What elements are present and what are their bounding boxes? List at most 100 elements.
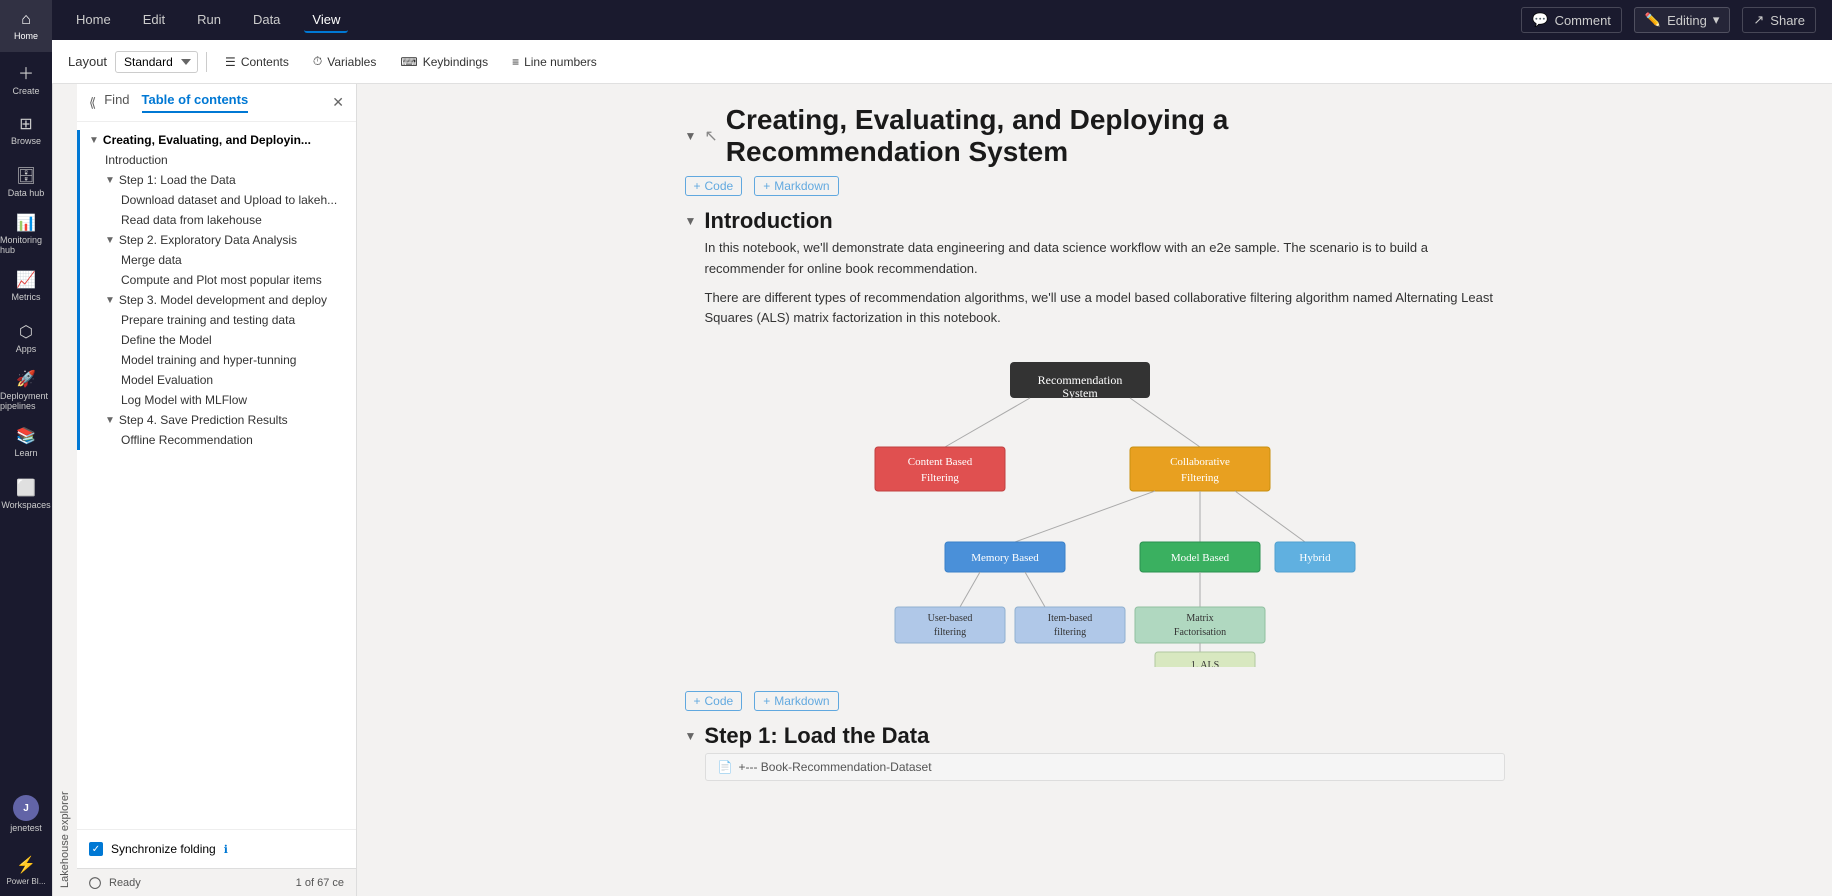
lakehouse-explorer-label[interactable]: Lakehouse explorer xyxy=(52,84,77,896)
nav-deployment[interactable]: 🚀 Deployment pipelines xyxy=(0,364,52,416)
menu-edit[interactable]: Edit xyxy=(135,8,173,33)
info-icon[interactable]: ℹ xyxy=(224,843,228,856)
svg-text:Collaborative: Collaborative xyxy=(1170,456,1230,468)
collapse-step1-icon[interactable]: ▼ xyxy=(685,729,697,743)
toc-item-evaluation[interactable]: Model Evaluation xyxy=(77,370,356,390)
sidebar-header: ⟪ Find Table of contents ✕ xyxy=(77,84,356,122)
edit-cell-icon[interactable]: ✏ xyxy=(1410,211,1426,232)
toc-item-step3[interactable]: ▼ Step 3. Model development and deploy xyxy=(77,290,356,310)
layout-label: Layout xyxy=(68,54,107,69)
page-info: 1 of 67 ce xyxy=(296,877,344,889)
comment-icon: 💬 xyxy=(1532,12,1548,28)
sync-folding-checkbox[interactable]: ✓ xyxy=(89,842,103,856)
lock-icon[interactable]: 🔒 xyxy=(1431,126,1452,147)
nav-datahub[interactable]: 🗄 Data hub xyxy=(0,156,52,208)
svg-text:Matrix: Matrix xyxy=(1186,613,1213,624)
toc-item-define-model[interactable]: Define the Model xyxy=(77,330,356,350)
chevron-down-icon: ▼ xyxy=(89,135,99,146)
svg-text:System: System xyxy=(1062,386,1098,400)
more-options-icon[interactable]: ⋯ xyxy=(1459,126,1477,147)
nav-powerbi[interactable]: ⚡ Power BI... xyxy=(0,844,52,896)
toc-item-introduction[interactable]: Introduction xyxy=(77,150,356,170)
toc-item-read-data[interactable]: Read data from lakehouse xyxy=(77,210,356,230)
toc-item-step2[interactable]: ▼ Step 2. Exploratory Data Analysis xyxy=(77,230,356,250)
cursor-area: ↖ xyxy=(704,126,717,146)
toc-item-compute-plot[interactable]: Compute and Plot most popular items xyxy=(77,270,356,290)
add-code-button-1[interactable]: + Code xyxy=(685,176,743,196)
toc-root[interactable]: ▼ Creating, Evaluating, and Deployin... xyxy=(77,130,356,150)
file-icon: 📄 xyxy=(718,760,733,774)
toc-item-step4[interactable]: ▼ Step 4. Save Prediction Results xyxy=(77,410,356,430)
user-avatar[interactable]: J jenetest xyxy=(0,784,52,844)
code-icon[interactable]: </> xyxy=(1379,211,1403,231)
nav-learn[interactable]: 📚 Learn xyxy=(0,416,52,468)
collapse-main-icon[interactable]: ▼ xyxy=(685,129,697,143)
svg-text:Filtering: Filtering xyxy=(921,472,959,484)
sidebar-collapse-icon[interactable]: ⟪ xyxy=(89,95,96,111)
notebook-main-title: Creating, Evaluating, and Deploying a Re… xyxy=(726,104,1372,168)
variables-button[interactable]: ⏱ Variables xyxy=(303,50,387,73)
lock-icon[interactable]: 🔒 xyxy=(1431,211,1452,232)
nav-monitoring[interactable]: 📊 Monitoring hub xyxy=(0,208,52,260)
edit-cell-icon[interactable]: ✏ xyxy=(1410,126,1426,147)
tab-toc[interactable]: Table of contents xyxy=(142,92,249,113)
toc-item-merge[interactable]: Merge data xyxy=(77,250,356,270)
menu-run[interactable]: Run xyxy=(189,8,229,33)
sidebar-close-icon[interactable]: ✕ xyxy=(332,94,344,111)
toolbar: Layout Standard ☰ Contents ⏱ Variables ⌨… xyxy=(52,40,1832,84)
svg-text:Item-based: Item-based xyxy=(1047,613,1091,624)
svg-text:Hybrid: Hybrid xyxy=(1299,552,1331,564)
share-button[interactable]: ↗ Share xyxy=(1742,7,1816,33)
intro-section: ▼ Introduction </> ✏ 🔒 ⋯ 🗑 In this noteb… xyxy=(685,208,1505,715)
delete-icon[interactable]: 🗑 xyxy=(1483,126,1505,147)
add-cell-row-2: + Code + Markdown xyxy=(685,687,1505,715)
notebook-title-section: ▼ ↖ Creating, Evaluating, and Deploying … xyxy=(685,104,1505,200)
toc-tree: ▼ Creating, Evaluating, and Deployin... … xyxy=(77,122,356,829)
toc-item-step1[interactable]: ▼ Step 1: Load the Data xyxy=(77,170,356,190)
svg-text:Content Based: Content Based xyxy=(907,456,972,468)
menu-data[interactable]: Data xyxy=(245,8,288,33)
add-markdown-button-1[interactable]: + Markdown xyxy=(754,176,838,196)
layout-select[interactable]: Standard xyxy=(115,51,198,73)
nav-metrics[interactable]: 📈 Metrics xyxy=(0,260,52,312)
svg-text:Model Based: Model Based xyxy=(1170,552,1229,564)
delete-icon[interactable]: 🗑 xyxy=(1483,211,1505,232)
notebook-area[interactable]: ▼ ↖ Creating, Evaluating, and Deploying … xyxy=(357,84,1832,896)
chevron-down-icon: ▼ xyxy=(105,175,115,186)
toc-item-download[interactable]: Download dataset and Upload to lakeh... xyxy=(77,190,356,210)
menu-view[interactable]: View xyxy=(304,8,348,33)
editing-button[interactable]: ✏️ Editing ▾ xyxy=(1634,7,1730,33)
collapse-intro-icon[interactable]: ▼ xyxy=(685,214,697,228)
plus-icon: + xyxy=(763,694,770,708)
nav-browse[interactable]: ⊞ Browse xyxy=(0,104,52,156)
toc-item-training[interactable]: Model training and hyper-tunning xyxy=(77,350,356,370)
tab-find[interactable]: Find xyxy=(104,92,129,113)
line-numbers-icon: ≡ xyxy=(512,55,519,69)
contents-button[interactable]: ☰ Contents xyxy=(215,51,299,73)
code-icon[interactable]: </> xyxy=(1379,126,1403,146)
left-nav: ⌂ Home ＋ Create ⊞ Browse 🗄 Data hub 📊 Mo… xyxy=(0,0,52,896)
top-bar-right: 💬 Comment ✏️ Editing ▾ ↗ Share xyxy=(1521,7,1816,33)
toc-item-offline[interactable]: Offline Recommendation xyxy=(77,430,356,450)
svg-text:Recommendation: Recommendation xyxy=(1037,373,1122,387)
sidebar-panel: ⟪ Find Table of contents ✕ ▼ Creating, E… xyxy=(77,84,357,896)
nav-workspaces[interactable]: ⬜ Workspaces xyxy=(0,468,52,520)
add-markdown-button-2[interactable]: + Markdown xyxy=(754,691,838,711)
menu-home[interactable]: Home xyxy=(68,8,119,33)
svg-text:filtering: filtering xyxy=(1053,627,1085,638)
more-options-icon[interactable]: ⋯ xyxy=(1459,211,1477,232)
nav-home[interactable]: ⌂ Home xyxy=(0,0,52,52)
nav-apps[interactable]: ⬡ Apps xyxy=(0,312,52,364)
toc-item-prepare[interactable]: Prepare training and testing data xyxy=(77,310,356,330)
code-file-ref[interactable]: 📄 +--- Book-Recommendation-Dataset xyxy=(705,753,1505,781)
add-code-button-2[interactable]: + Code xyxy=(685,691,743,711)
nav-create[interactable]: ＋ Create xyxy=(0,52,52,104)
line-numbers-button[interactable]: ≡ Line numbers xyxy=(502,51,607,73)
step1-heading: Step 1: Load the Data xyxy=(704,723,929,749)
toc-item-mlflow[interactable]: Log Model with MLFlow xyxy=(77,390,356,410)
share-icon: ↗ xyxy=(1753,12,1764,28)
svg-text:filtering: filtering xyxy=(933,627,965,638)
add-cell-row-top: + Code + Markdown xyxy=(685,172,1505,200)
keybindings-button[interactable]: ⌨ Keybindings xyxy=(390,51,498,73)
comment-button[interactable]: 💬 Comment xyxy=(1521,7,1622,33)
